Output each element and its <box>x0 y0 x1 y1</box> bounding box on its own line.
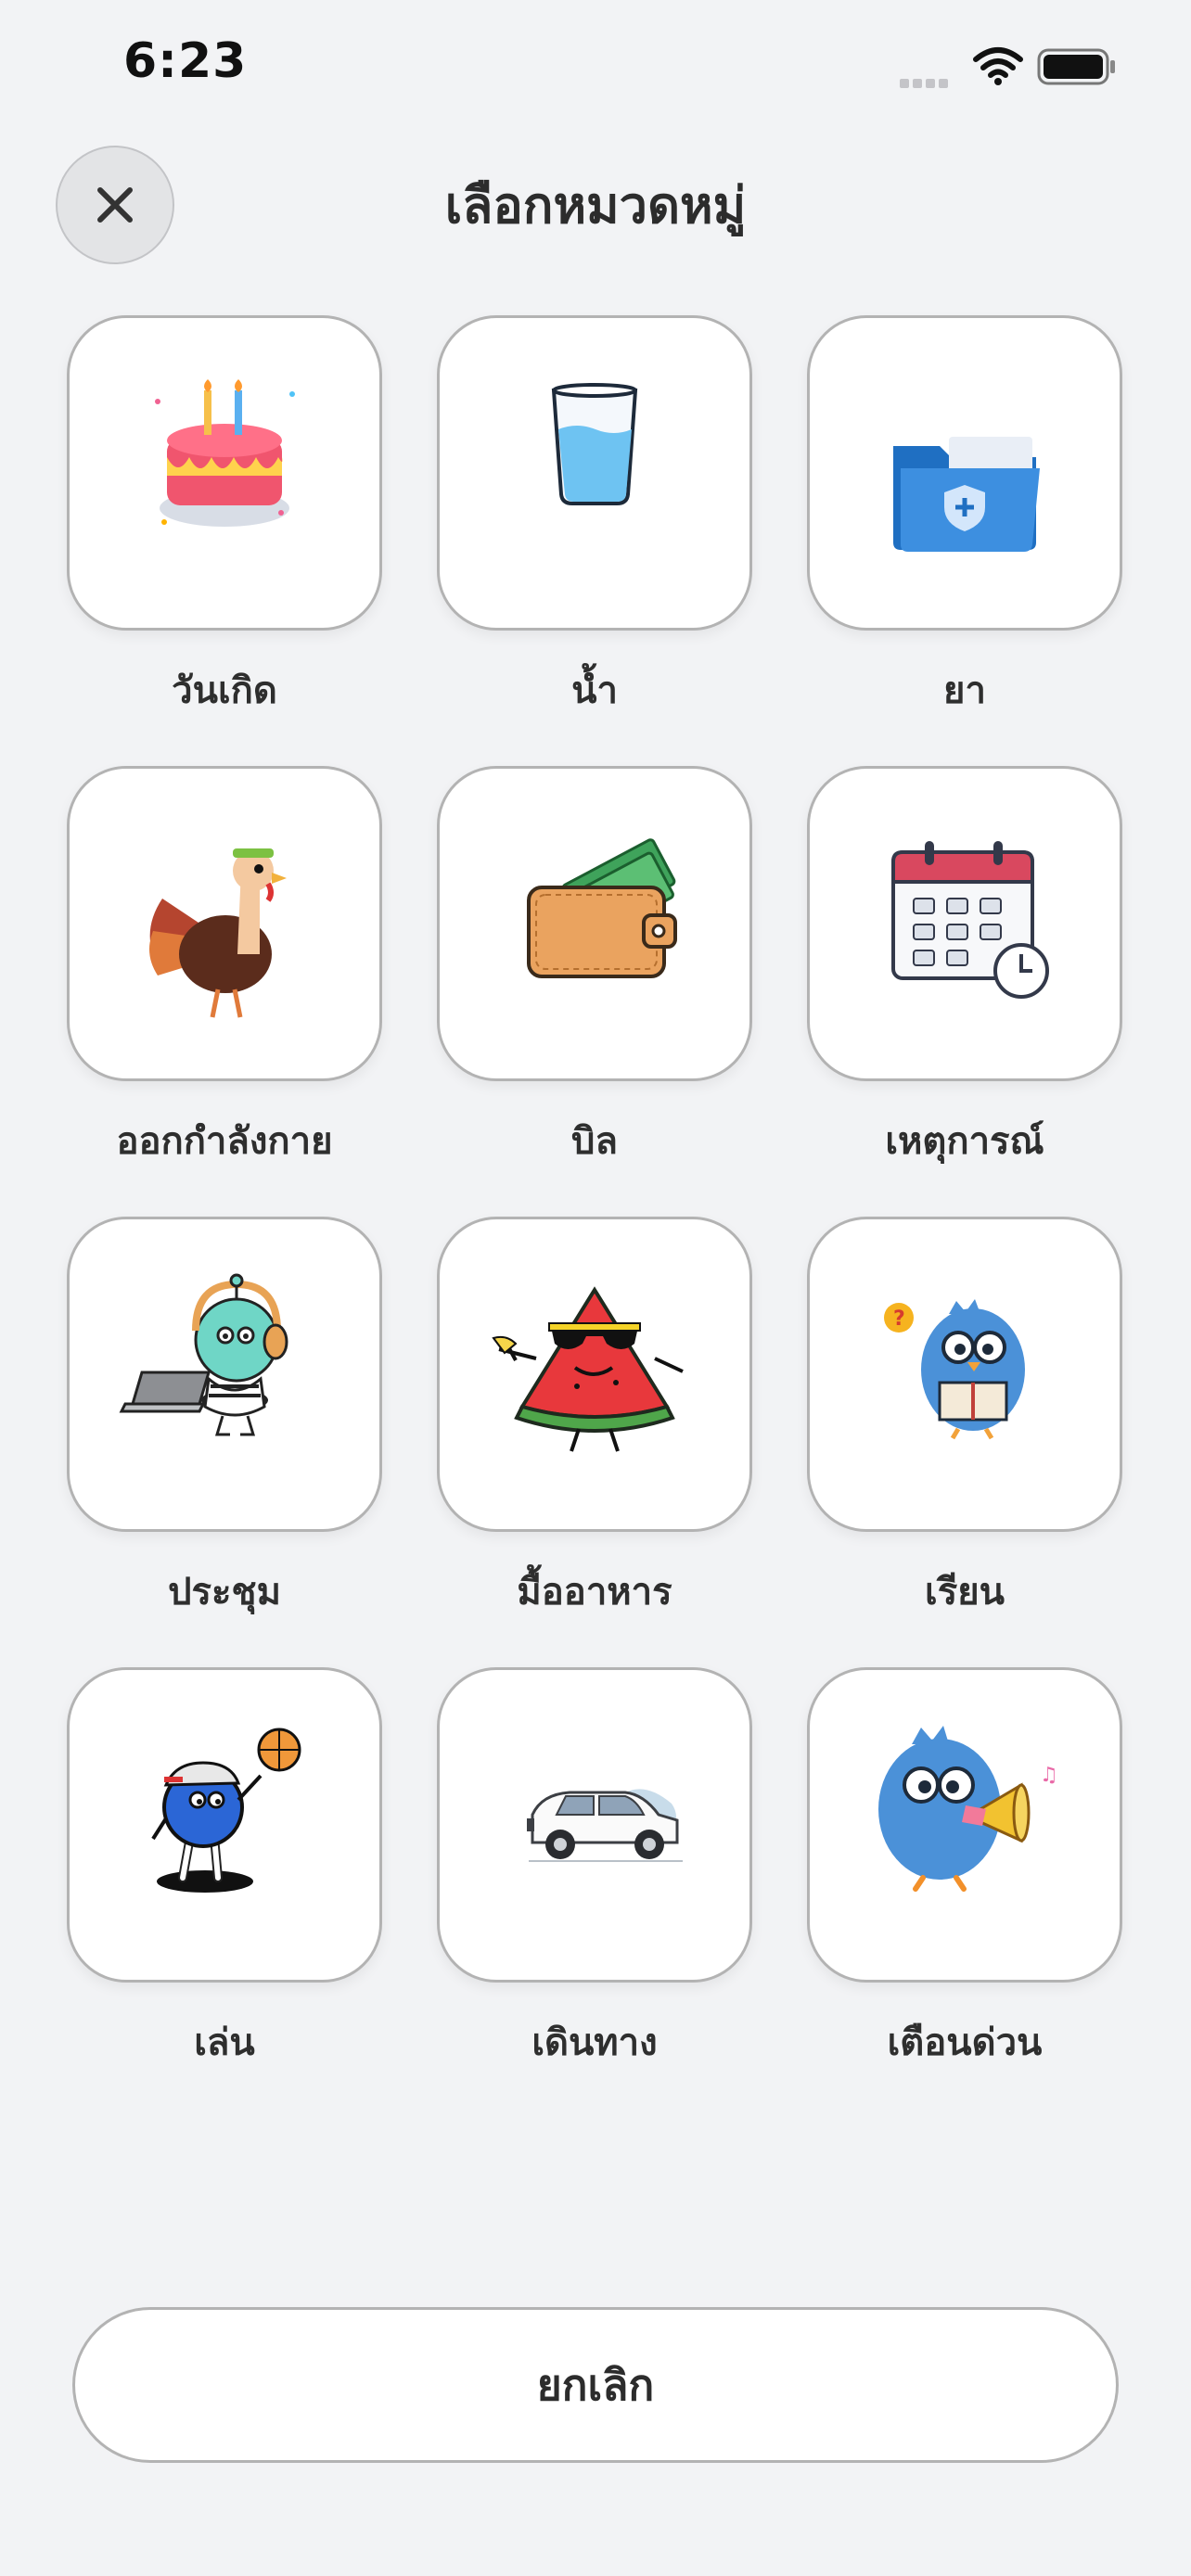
category-tile-medicine[interactable] <box>807 315 1122 631</box>
category-label: ยา <box>943 670 986 712</box>
svg-text:♫: ♫ <box>1040 1764 1058 1787</box>
category-tile-bills[interactable] <box>437 766 752 1081</box>
reading-bird-icon: ? <box>884 1299 1025 1440</box>
category-tile-birthday[interactable] <box>67 315 382 631</box>
svg-text:?: ? <box>893 1307 905 1331</box>
category-label: วันเกิด <box>172 670 277 712</box>
megaphone-bird-icon: ♫ <box>878 1726 1058 1892</box>
turkey-exercise-icon <box>149 848 287 1018</box>
category-label: เล่น <box>194 2021 255 2064</box>
status-bar: 6:23 <box>0 0 1191 139</box>
category-tile-study[interactable]: ? <box>807 1217 1122 1532</box>
category-label: ออกกำลังกาย <box>116 1120 333 1163</box>
category-tile-travel[interactable] <box>437 1667 752 1983</box>
category-tile-exercise[interactable] <box>67 766 382 1081</box>
wifi-icon <box>972 45 1024 85</box>
category-label: น้ำ <box>571 670 618 712</box>
laptop-character-icon <box>119 1273 288 1436</box>
status-time: 6:23 <box>123 33 248 89</box>
calendar-clock-icon <box>891 841 1049 999</box>
basketball-character-icon <box>151 1728 301 1893</box>
category-tile-water[interactable] <box>437 315 752 631</box>
medical-folder-icon <box>893 437 1040 552</box>
water-glass-icon <box>551 383 638 505</box>
birthday-cake-icon <box>155 379 295 527</box>
category-label: เดินทาง <box>531 2021 658 2064</box>
category-tile-meal[interactable] <box>437 1217 752 1532</box>
category-tile-meeting[interactable] <box>67 1217 382 1532</box>
category-label: บิล <box>571 1120 618 1163</box>
category-tile-events[interactable] <box>807 766 1122 1081</box>
page-title: เลือกหมวดหมู่ <box>444 176 747 235</box>
cancel-button[interactable]: ยกเลิก <box>72 2307 1119 2463</box>
category-label: เหตุการณ์ <box>885 1120 1044 1163</box>
battery-icon <box>1037 48 1117 85</box>
cellular-signal-icon <box>900 74 955 88</box>
category-label: เตือนด่วน <box>887 2021 1043 2064</box>
category-tile-play[interactable] <box>67 1667 382 1983</box>
category-label: เรียน <box>925 1571 1005 1613</box>
car-icon <box>527 1789 683 1862</box>
category-label: มื้ออาหาร <box>517 1571 672 1613</box>
watermelon-icon <box>492 1286 684 1452</box>
wallet-icon <box>527 838 677 978</box>
category-tile-urgent-reminder[interactable]: ♫ <box>807 1667 1122 1983</box>
category-label: ประชุม <box>168 1571 281 1613</box>
